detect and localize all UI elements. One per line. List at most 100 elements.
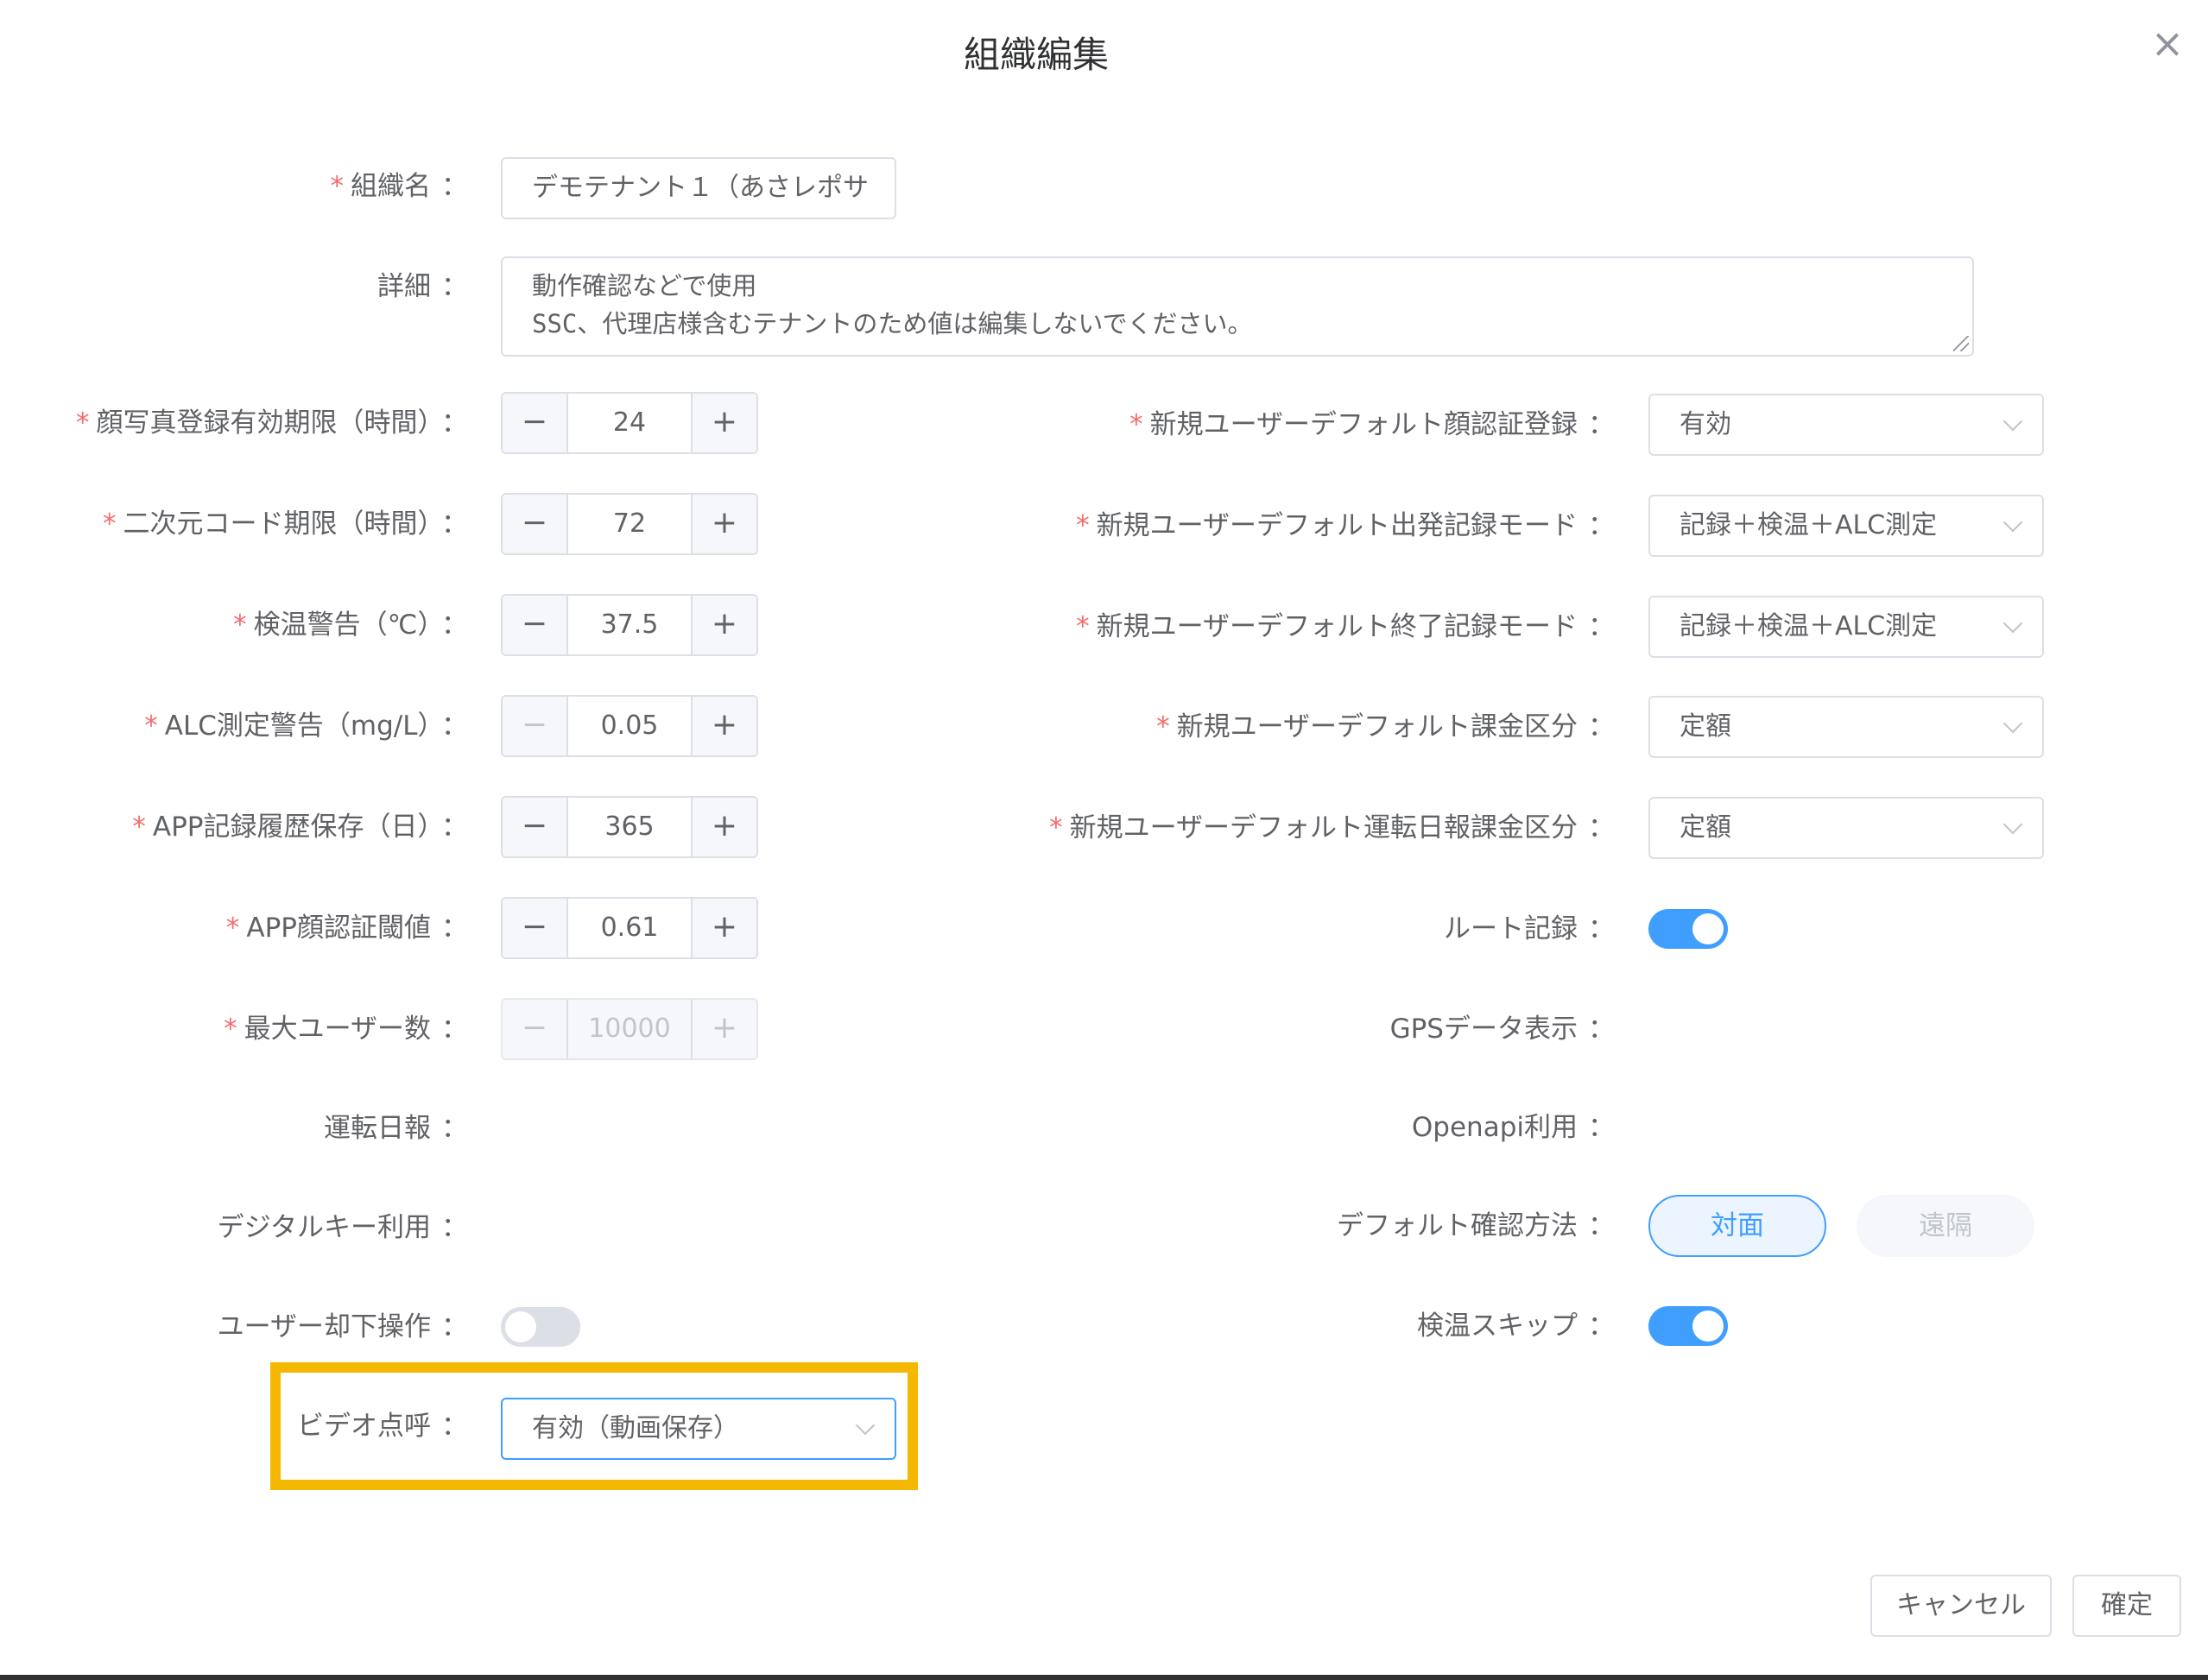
dropdown-select[interactable]: 定額 (1648, 797, 2044, 859)
toggle-switch[interactable] (501, 1208, 580, 1247)
chevron-down-icon (2002, 713, 2023, 734)
required-mark: * (1156, 711, 1170, 742)
number-stepper[interactable]: − 0.61 + (501, 897, 758, 959)
temp-skip-label: 検温スキップ： (1417, 1311, 1615, 1342)
detail-textarea[interactable]: 動作確認などで使用 SSC、代理店様含むテナントのため値は編集しないでください。 (501, 256, 1974, 357)
select-value: 定額 (1680, 711, 1731, 742)
switch-label: 運転日報： (324, 1113, 468, 1144)
chevron-down-icon (2002, 512, 2023, 533)
org-name-label: * 組織名： (330, 171, 469, 202)
chevron-down-icon (855, 1415, 876, 1436)
ok-button[interactable]: 確定 (2072, 1575, 2181, 1637)
stepper-value[interactable]: 37.5 (568, 596, 691, 654)
toggle-switch[interactable] (1648, 1108, 1728, 1147)
chevron-down-icon (2002, 814, 2023, 835)
chevron-down-icon (2002, 411, 2023, 432)
stepper-value[interactable]: 365 (568, 798, 691, 856)
increment-button[interactable]: + (691, 596, 756, 654)
confirm-method-remote[interactable]: 遠隔 (1857, 1195, 2034, 1257)
stepper-label: * 最大ユーザー数： (224, 1014, 468, 1045)
required-mark: * (330, 171, 345, 202)
close-icon[interactable]: × (2142, 17, 2193, 69)
decrement-button[interactable]: − (503, 596, 568, 654)
stepper-label: * 二次元コード期限（時間）： (103, 508, 468, 540)
decrement-button[interactable]: − (503, 899, 568, 957)
switch-knob (1648, 1014, 1680, 1045)
select-value: 記録＋検温＋ALC測定 (1680, 611, 1938, 641)
stepper-label: * APP記録履歴保存（日）： (132, 812, 468, 843)
switch-label: ユーザー却下操作： (217, 1311, 468, 1342)
required-mark: * (144, 711, 158, 742)
resize-grip-icon[interactable] (1953, 336, 1969, 351)
increment-button[interactable]: + (691, 1000, 756, 1058)
required-mark: * (1049, 812, 1063, 843)
decrement-button[interactable]: − (503, 1000, 568, 1058)
video-rollcall-select[interactable]: 有効（動画保存） (501, 1398, 896, 1460)
stepper-label: * ALC測定警告（mg/L）： (144, 711, 468, 742)
chevron-down-icon (2002, 613, 2023, 634)
number-stepper[interactable]: − 72 + (501, 493, 758, 555)
increment-button[interactable]: + (691, 495, 756, 553)
select-label: * 新規ユーザーデフォルト顔認証登録： (1129, 409, 1615, 440)
video-rollcall-value: 有効（動画保存） (532, 1413, 739, 1443)
select-label: * 新規ユーザーデフォルト終了記録モード： (1076, 611, 1615, 642)
required-mark: * (224, 1014, 237, 1045)
stepper-label: * 検温警告（℃）： (233, 609, 468, 641)
stepper-value[interactable]: 0.61 (568, 899, 691, 957)
decrement-button[interactable]: − (503, 798, 568, 856)
detail-line-2: SSC、代理店様含むテナントのため値は編集しないでください。 (532, 309, 1253, 338)
decrement-button[interactable]: − (503, 394, 568, 452)
number-stepper[interactable]: − 10000 + (501, 998, 758, 1060)
select-value: 定額 (1680, 812, 1731, 843)
switch-knob (1692, 913, 1724, 944)
select-value: 記録＋検温＋ALC測定 (1680, 510, 1938, 540)
detail-label: 詳細： (377, 271, 468, 302)
number-stepper[interactable]: − 37.5 + (501, 594, 758, 656)
decrement-button[interactable]: − (503, 495, 568, 553)
increment-button[interactable]: + (691, 697, 756, 755)
video-rollcall-label: ビデオ点呼： (297, 1411, 468, 1442)
increment-button[interactable]: + (691, 798, 756, 856)
toggle-switch[interactable] (1648, 909, 1728, 949)
stepper-value[interactable]: 24 (568, 394, 691, 452)
switch-label: GPSデータ表示： (1389, 1014, 1615, 1045)
stepper-value[interactable]: 10000 (568, 1000, 691, 1058)
confirm-method-face-to-face[interactable]: 対面 (1648, 1195, 1826, 1257)
toggle-switch[interactable] (501, 1307, 580, 1347)
dialog-title: 組織編集 (963, 34, 1109, 76)
switch-label: Openapi利用： (1411, 1112, 1615, 1143)
required-mark: * (233, 609, 247, 641)
required-mark: * (76, 407, 90, 439)
required-mark: * (132, 812, 146, 843)
required-mark: * (1076, 611, 1090, 642)
required-mark: * (1129, 409, 1143, 440)
switch-knob (501, 1113, 532, 1144)
org-name-input[interactable]: デモテナント１（あさレポサ (501, 157, 896, 219)
decrement-button[interactable]: − (503, 697, 568, 755)
cancel-button[interactable]: キャンセル (1870, 1575, 2052, 1637)
select-label: * 新規ユーザーデフォルト出発記録モード： (1076, 510, 1615, 541)
number-stepper[interactable]: − 24 + (501, 392, 758, 454)
detail-line-1: 動作確認などで使用 (532, 271, 757, 300)
stepper-value[interactable]: 72 (568, 495, 691, 553)
toggle-switch[interactable] (1648, 1009, 1728, 1049)
increment-button[interactable]: + (691, 899, 756, 957)
dropdown-select[interactable]: 記録＋検温＋ALC測定 (1648, 596, 2044, 658)
stepper-value[interactable]: 0.05 (568, 697, 691, 755)
temp-skip-switch[interactable] (1648, 1306, 1728, 1346)
dropdown-select[interactable]: 記録＋検温＋ALC測定 (1648, 495, 2044, 557)
dropdown-select[interactable]: 定額 (1648, 696, 2044, 758)
toggle-switch[interactable] (501, 1108, 580, 1148)
increment-button[interactable]: + (691, 394, 756, 452)
switch-label: ルート記録： (1444, 913, 1615, 944)
switch-knob (505, 1311, 536, 1342)
number-stepper[interactable]: − 0.05 + (501, 695, 758, 757)
switch-label: デジタルキー利用： (217, 1212, 468, 1243)
dropdown-select[interactable]: 有効 (1648, 394, 2044, 456)
number-stepper[interactable]: − 365 + (501, 796, 758, 858)
required-mark: * (1076, 510, 1090, 541)
switch-knob (1648, 1112, 1680, 1143)
switch-knob (1692, 1311, 1724, 1342)
required-mark: * (103, 508, 117, 540)
select-label: * 新規ユーザーデフォルト運転日報課金区分： (1049, 812, 1615, 843)
